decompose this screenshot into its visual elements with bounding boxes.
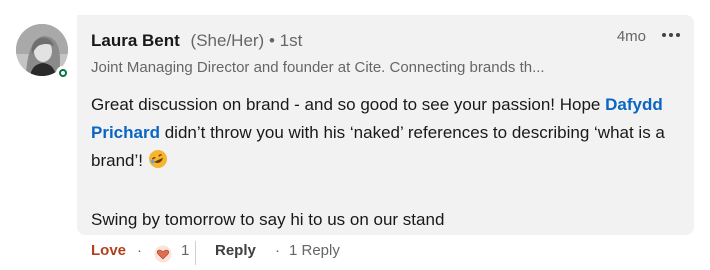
comment-body: Great discussion on brand - and so good … [91, 91, 681, 234]
love-heart-icon[interactable] [153, 244, 173, 268]
author-name[interactable]: Laura Bent [91, 31, 180, 50]
reply-button[interactable]: Reply [215, 242, 256, 259]
rolling-on-floor-laughing-emoji-icon [148, 149, 168, 178]
comment-header: Laura Bent (She/Her) • 1st [91, 31, 302, 51]
separator-dot: · [137, 242, 142, 259]
comment-paragraph-2: Swing by tomorrow to say hi to us on our… [91, 210, 445, 229]
separator-dot-2: · [275, 242, 280, 259]
comment-text-continued: didn’t throw you with his ‘naked’ refere… [91, 123, 665, 170]
comment-timestamp: 4mo [616, 28, 646, 45]
more-options-icon[interactable] [662, 32, 682, 40]
replies-count-link[interactable]: 1 Reply [289, 242, 340, 259]
connection-degree: • 1st [268, 31, 303, 50]
comment-paragraph-1: Great discussion on brand - and so good … [91, 91, 681, 178]
love-reaction-button[interactable]: Love [91, 242, 126, 259]
action-divider [195, 241, 196, 265]
online-status-icon [56, 66, 70, 80]
reaction-count[interactable]: 1 [181, 242, 189, 259]
comment-text: Great discussion on brand - and so good … [91, 95, 606, 114]
author-pronouns: (She/Her) [190, 31, 265, 50]
comment-bubble: Laura Bent (She/Her) • 1st Joint Managin… [77, 15, 694, 235]
author-headline[interactable]: Joint Managing Director and founder at C… [91, 59, 611, 76]
